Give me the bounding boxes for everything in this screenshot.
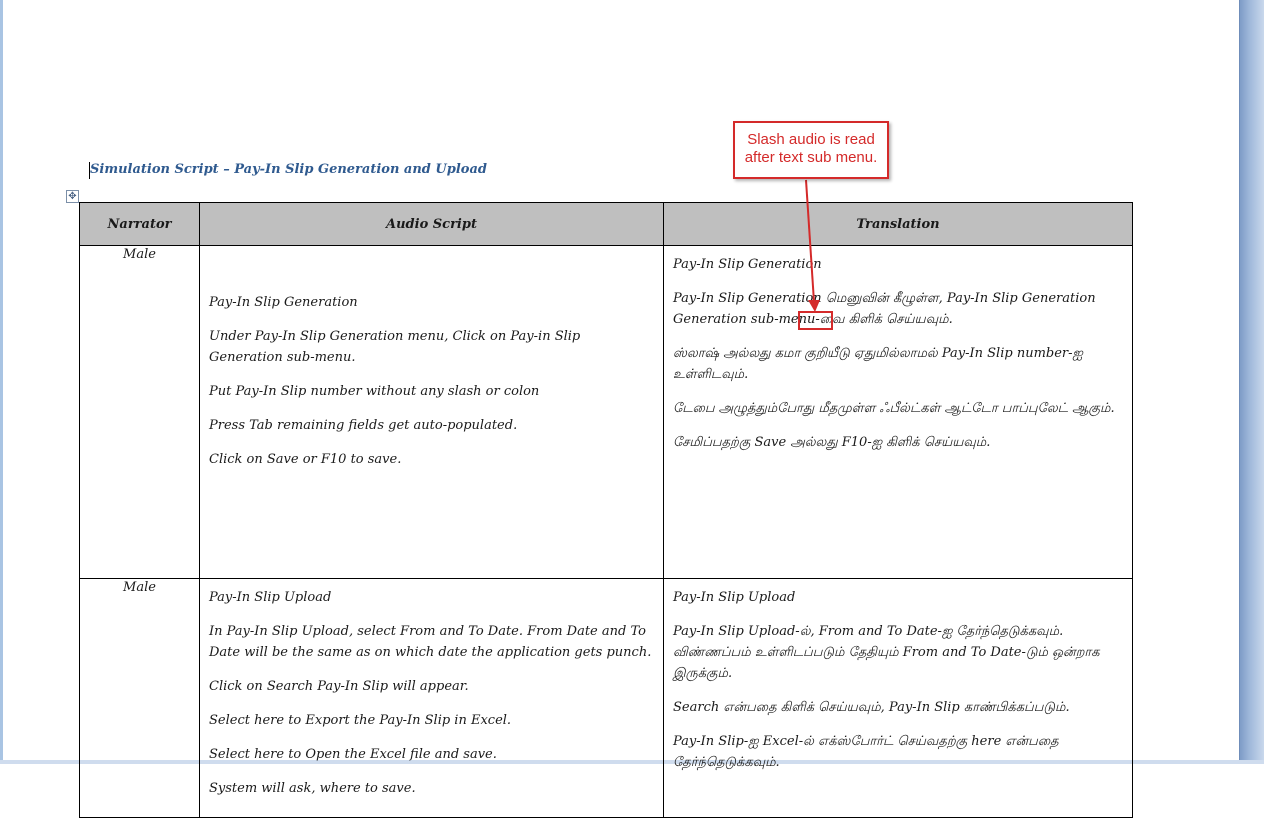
audio-line: In Pay-In Slip Upload, select From and T…	[209, 624, 652, 660]
audio-line: Under Pay-In Slip Generation menu, Click…	[209, 329, 581, 365]
translation-line: Pay-In Slip-ஐ Excel-ல் எக்ஸ்போர்ட் செய்வ…	[673, 734, 1059, 770]
script-table: Narrator Audio Script Translation Male P…	[79, 202, 1133, 818]
translation-line: Search என்பதை கிளிக் செய்யவும், Pay-In S…	[673, 700, 1070, 715]
translation-cell[interactable]: Pay-In Slip Generation Pay-In Slip Gener…	[663, 245, 1133, 579]
audio-line: Put Pay-In Slip number without any slash…	[209, 384, 540, 399]
table-row: Male Pay-In Slip Generation Under Pay-In…	[79, 245, 1133, 579]
audio-script-cell[interactable]: Pay-In Slip Generation Under Pay-In Slip…	[199, 245, 664, 579]
audio-line: Pay-In Slip Generation	[209, 295, 358, 310]
narrator-cell: Male	[79, 578, 200, 818]
window-left-border	[0, 0, 3, 764]
annotation-highlight-box	[798, 311, 833, 330]
audio-line: Click on Search Pay-In Slip will appear.	[209, 679, 469, 694]
move-cross-icon[interactable]: ✥	[66, 190, 79, 203]
translation-line: Pay-In Slip Generation மெனுவின் கீழுள்ள,…	[673, 291, 1096, 327]
annotation-callout: Slash audio is read after text sub menu.	[733, 121, 889, 179]
audio-line: Click on Save or F10 to save.	[209, 452, 402, 467]
table-header-row: Narrator Audio Script Translation	[79, 202, 1133, 246]
audio-line: Select here to Export the Pay-In Slip in…	[209, 713, 512, 728]
audio-line: Pay-In Slip Upload	[209, 590, 332, 605]
translation-line: Pay-In Slip Upload	[673, 590, 796, 605]
translation-line: டேபை அழுத்தும்போது மீதமுள்ள ஃபீல்ட்கள் ஆ…	[673, 401, 1115, 416]
translation-line: Pay-In Slip Generation	[673, 257, 822, 272]
translation-cell[interactable]: Pay-In Slip Upload Pay-In Slip Upload-ல்…	[663, 578, 1133, 818]
document-title: Simulation Script – Pay-In Slip Generati…	[90, 162, 487, 177]
header-translation: Translation	[663, 202, 1133, 246]
translation-line: Pay-In Slip Upload-ல், From and To Date-…	[673, 624, 1100, 681]
table-row: Male Pay-In Slip Upload In Pay-In Slip U…	[79, 578, 1133, 818]
header-audio-script: Audio Script	[199, 202, 664, 246]
audio-line: System will ask, where to save.	[209, 781, 416, 796]
vertical-scrollbar[interactable]	[1240, 0, 1264, 764]
audio-line: Press Tab remaining fields get auto-popu…	[209, 418, 518, 433]
translation-line: ஸ்லாஷ் அல்லது கமா குறியீடு ஏதுமில்லாமல் …	[673, 346, 1083, 382]
translation-line: சேமிப்பதற்கு Save அல்லது F10-ஐ கிளிக் செ…	[673, 435, 991, 450]
audio-script-cell[interactable]: Pay-In Slip Upload In Pay-In Slip Upload…	[199, 578, 664, 818]
header-narrator: Narrator	[79, 202, 200, 246]
narrator-cell: Male	[79, 245, 200, 579]
audio-line: Select here to Open the Excel file and s…	[209, 747, 497, 762]
